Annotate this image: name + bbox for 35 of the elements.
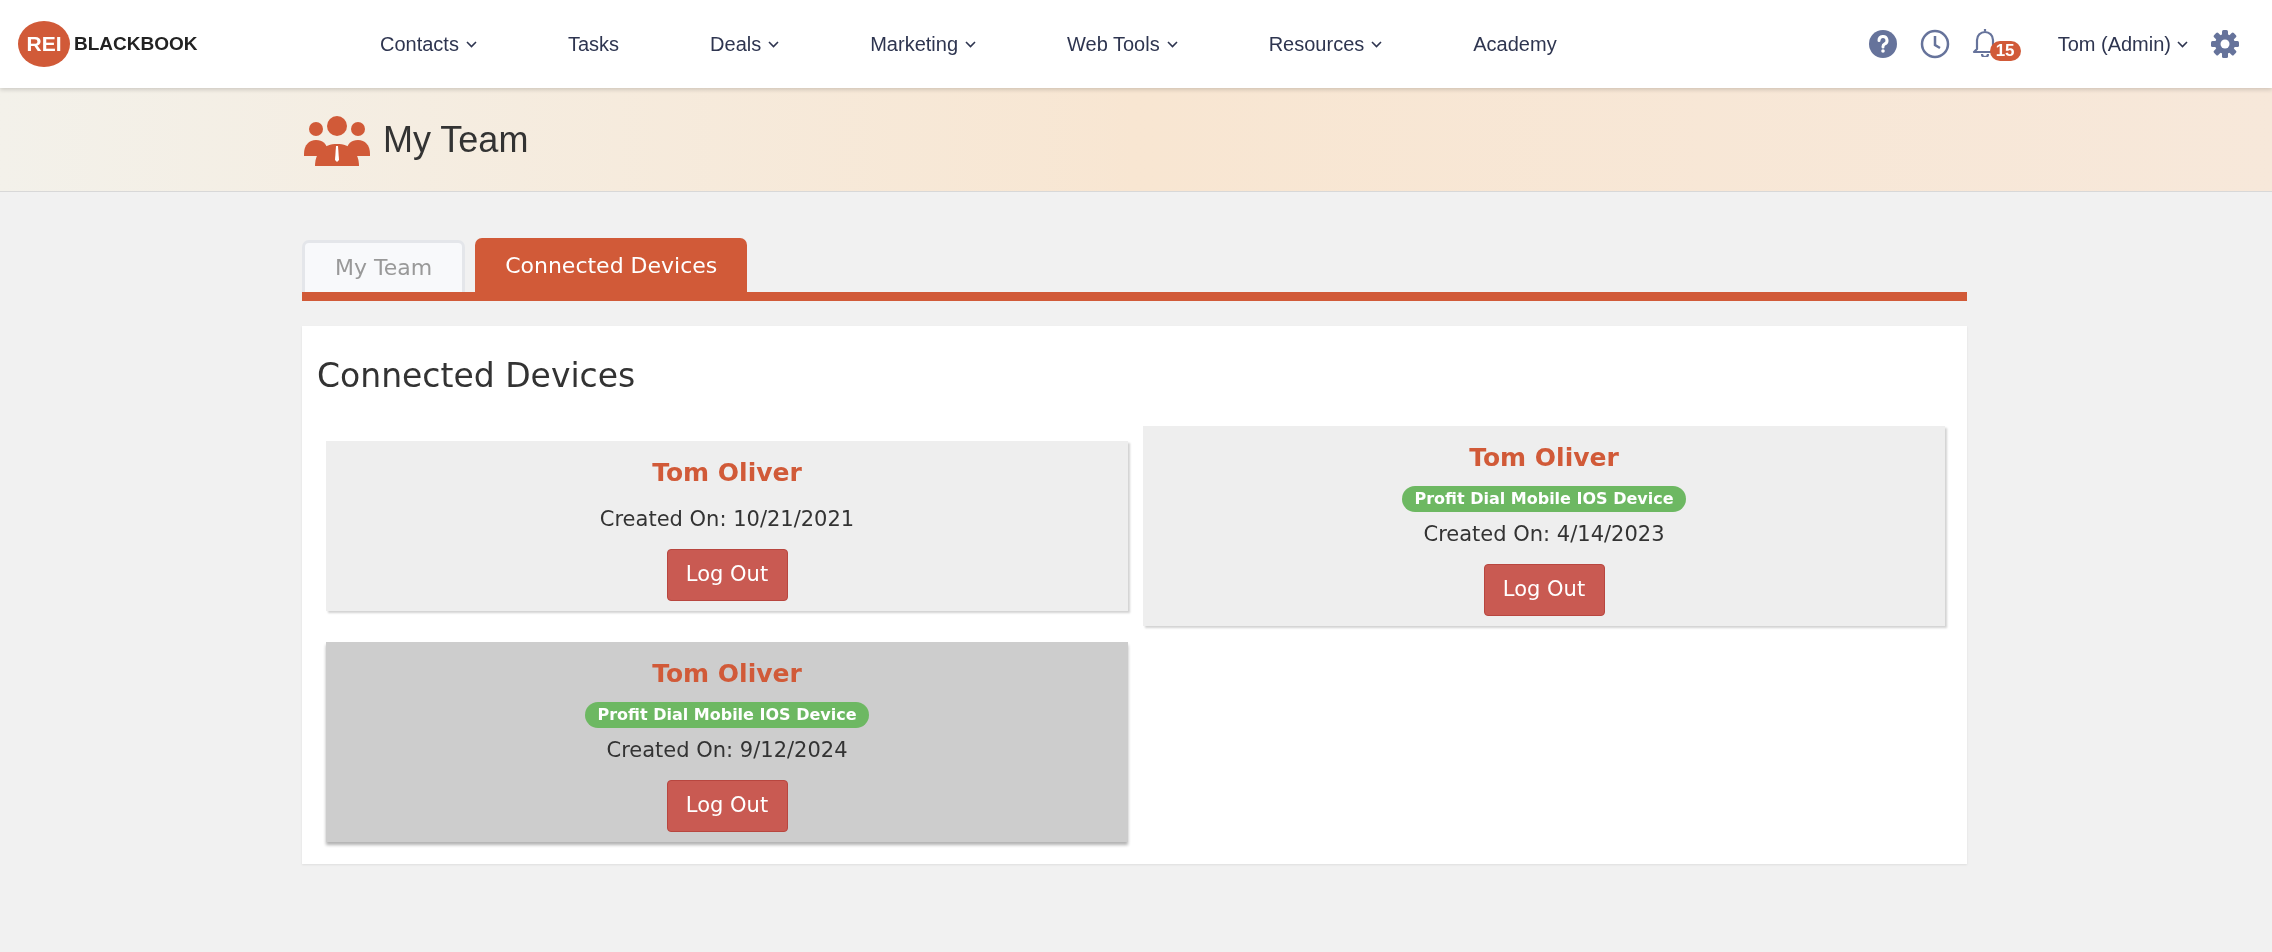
page-title: My Team xyxy=(383,117,529,162)
notification-count: 15 xyxy=(1989,41,2021,61)
nav-link[interactable]: Marketing xyxy=(870,29,976,59)
help-icon[interactable] xyxy=(1867,29,1898,59)
nav-link[interactable]: Resources xyxy=(1268,29,1383,59)
caret-icon xyxy=(1166,40,1178,48)
device-type-tag: Profit Dial Mobile IOS Device xyxy=(585,702,869,728)
nav-link[interactable]: Tasks xyxy=(567,29,620,59)
caret-icon xyxy=(465,40,477,48)
tab[interactable]: Connected Devices xyxy=(475,238,748,292)
user-menu[interactable]: Tom (Admin) xyxy=(2057,29,2188,59)
team-icon xyxy=(303,113,371,166)
nav-link[interactable]: Deals xyxy=(710,29,780,59)
log-out-button[interactable]: Log Out xyxy=(666,549,788,601)
settings-icon[interactable] xyxy=(2210,29,2240,59)
logo-text: BLACKBOOK xyxy=(74,31,198,56)
device-type-tag: Profit Dial Mobile IOS Device xyxy=(1402,486,1686,512)
caret-icon xyxy=(965,40,976,48)
section-title: Connected Devices xyxy=(317,355,637,397)
device-owner: Tom Oliver xyxy=(652,457,802,489)
logo-badge[interactable]: REI xyxy=(18,21,70,67)
created-date: Created On: 4/14/2023 xyxy=(1423,521,1665,548)
clock-icon[interactable] xyxy=(1919,29,1950,59)
caret-icon xyxy=(768,40,780,48)
caret-icon xyxy=(1371,40,1383,48)
created-date: Created On: 9/12/2024 xyxy=(606,737,848,764)
log-out-button[interactable]: Log Out xyxy=(666,780,788,832)
caret-icon xyxy=(2177,40,2188,48)
nav-link[interactable]: Academy xyxy=(1473,29,1557,59)
created-date: Created On: 10/21/2021 xyxy=(599,506,855,533)
log-out-button[interactable]: Log Out xyxy=(1483,564,1605,616)
device-owner: Tom Oliver xyxy=(652,658,802,690)
nav-link[interactable]: Contacts xyxy=(380,29,477,59)
device-owner: Tom Oliver xyxy=(1469,442,1619,474)
nav-link[interactable]: Web Tools xyxy=(1067,29,1178,59)
